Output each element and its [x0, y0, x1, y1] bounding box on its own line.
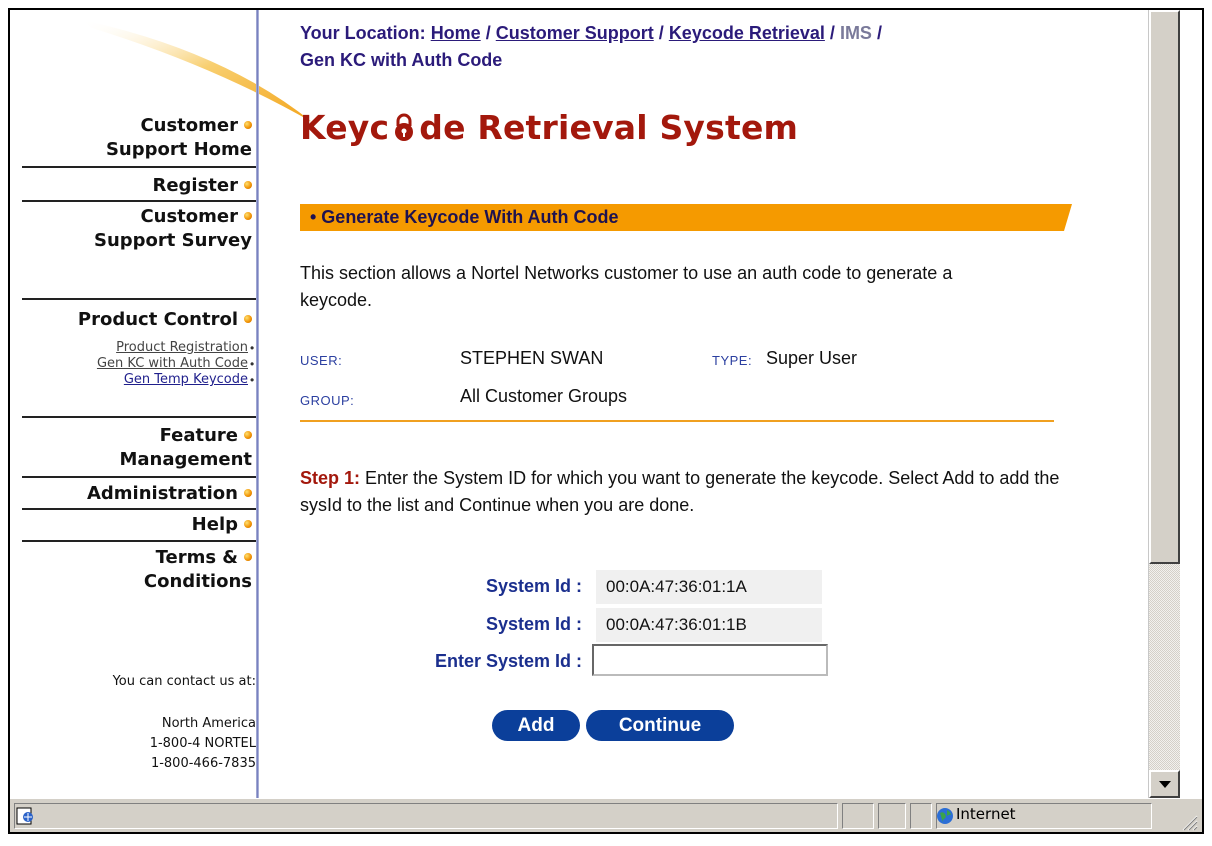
group-label: GROUP:	[300, 393, 355, 408]
sidebar-item-help[interactable]: Help	[22, 513, 256, 537]
sidebar-divider	[22, 508, 256, 510]
status-pane-main	[14, 803, 838, 829]
breadcrumb-home-link[interactable]: Home	[431, 23, 481, 43]
arrow-down-icon	[1159, 781, 1171, 788]
page-title-part: de Retrieval System	[419, 108, 799, 147]
browser-window: Customer Support Home Register Customer …	[8, 8, 1204, 834]
contact-region: North America	[161, 716, 256, 731]
sidebar-item-label: Feature	[159, 425, 238, 446]
system-id-label: System Id :	[485, 576, 582, 596]
user-label: USER:	[300, 353, 343, 368]
breadcrumb-ims: IMS	[839, 23, 872, 43]
type-value: Super User	[766, 348, 858, 368]
status-pane	[878, 803, 906, 829]
intro-text: This section allows a Nortel Networks cu…	[300, 263, 953, 310]
continue-button[interactable]: Continue	[586, 710, 734, 741]
contact-phone: 1-800-4 NORTEL	[149, 736, 256, 751]
sidebar-item-label: Register	[152, 175, 238, 196]
orange-dot-icon	[244, 315, 252, 323]
sidebar-item-customer-support-survey[interactable]: Customer Support Survey	[22, 205, 256, 253]
sidebar-item-label: Help	[191, 514, 238, 535]
resize-grip-icon[interactable]	[1180, 813, 1198, 831]
sidebar-item-terms-conditions[interactable]: Terms & Conditions	[22, 546, 256, 594]
sidebar-item-label: Support Survey	[94, 230, 252, 251]
sidebar-item-register[interactable]: Register	[22, 174, 256, 198]
orange-dot-icon	[244, 553, 252, 561]
scroll-down-button[interactable]	[1149, 770, 1180, 798]
sidebar-item-customer-support-home[interactable]: Customer Support Home	[22, 114, 256, 162]
step-instructions: Step 1: Enter the System ID for which yo…	[300, 465, 1060, 519]
status-bar: Internet	[10, 798, 1202, 832]
sidebar-item-label: Product Control	[77, 309, 238, 330]
group-value: All Customer Groups	[460, 386, 628, 406]
orange-dot-icon	[244, 431, 252, 439]
sidebar-divider	[22, 416, 256, 418]
orange-dot-icon	[244, 212, 252, 220]
breadcrumb-separator: /	[485, 23, 491, 43]
contact-phone: 1-800-466-7835	[150, 756, 256, 771]
enter-system-id-label: Enter System Id :	[434, 651, 582, 671]
sidebar-item-label: Management	[119, 449, 253, 470]
section-header-tip	[1064, 204, 1072, 231]
security-zone-label: Internet	[956, 805, 1016, 823]
orange-dot-icon	[244, 181, 252, 189]
lock-icon	[395, 113, 414, 141]
breadcrumb: Your Location: Home / Customer Support /…	[300, 20, 1060, 74]
step-label: Step 1:	[300, 468, 361, 488]
breadcrumb-customer-support-link[interactable]: Customer Support	[496, 23, 654, 43]
status-pane	[842, 803, 874, 829]
sidebar-divider	[22, 540, 256, 542]
sidebar-item-product-control[interactable]: Product Control	[22, 308, 256, 332]
sidebar-item-label: Customer	[140, 206, 238, 227]
sidebar-item-label: Customer	[140, 115, 238, 136]
sublink-product-registration[interactable]: Product Registration	[22, 340, 248, 356]
step-text: Enter the System ID for which you want t…	[300, 468, 1060, 515]
globe-icon	[937, 808, 953, 824]
sidebar: Customer Support Home Register Customer …	[22, 10, 312, 798]
breadcrumb-prefix: Your Location:	[300, 23, 426, 43]
sidebar-divider	[22, 166, 256, 168]
breadcrumb-current: Gen KC with Auth Code	[300, 50, 503, 70]
divider	[300, 420, 1054, 422]
page-viewport: Customer Support Home Register Customer …	[22, 10, 1148, 798]
system-id-value: 00:0A:47:36:01:1B	[596, 608, 822, 642]
breadcrumb-separator: /	[876, 23, 882, 43]
sidebar-divider	[22, 476, 256, 478]
orange-dot-icon	[244, 121, 252, 129]
sidebar-divider	[22, 298, 256, 300]
page-title-part: Keyc	[300, 108, 390, 147]
section-header: • Generate Keycode With Auth Code	[300, 204, 1072, 231]
section-title: • Generate Keycode With Auth Code	[310, 207, 619, 227]
user-value: STEPHEN SWAN	[460, 348, 604, 368]
system-id-input[interactable]	[592, 644, 828, 676]
orange-dot-icon	[244, 489, 252, 497]
sidebar-divider	[256, 10, 259, 798]
contact-intro: You can contact us at:	[112, 674, 256, 689]
system-id-value: 00:0A:47:36:01:1A	[596, 570, 822, 604]
sublink-gen-kc-with-auth-code[interactable]: Gen KC with Auth Code	[22, 356, 248, 372]
page-title: Keyc de Retrieval System	[300, 108, 798, 147]
vertical-scrollbar[interactable]	[1148, 10, 1180, 798]
system-id-label: System Id :	[485, 614, 582, 634]
breadcrumb-separator: /	[658, 23, 664, 43]
breadcrumb-keycode-retrieval-link[interactable]: Keycode Retrieval	[669, 23, 825, 43]
add-button[interactable]: Add	[492, 710, 580, 741]
sidebar-item-label: Support Home	[105, 139, 252, 160]
sidebar-item-feature-management[interactable]: Feature Management	[22, 424, 256, 472]
sublink-gen-temp-keycode[interactable]: Gen Temp Keycode	[22, 372, 248, 388]
sidebar-item-administration[interactable]: Administration	[22, 482, 256, 506]
type-label: TYPE:	[712, 353, 753, 368]
swoosh-decoration	[82, 20, 312, 122]
breadcrumb-separator: /	[829, 23, 835, 43]
sidebar-item-label: Terms &	[155, 547, 238, 568]
sidebar-item-label: Administration	[86, 483, 238, 504]
sidebar-item-label: Conditions	[143, 571, 252, 592]
scrollbar-thumb[interactable]	[1149, 10, 1180, 564]
status-pane	[910, 803, 932, 829]
sidebar-divider	[22, 200, 256, 202]
orange-dot-icon	[244, 520, 252, 528]
